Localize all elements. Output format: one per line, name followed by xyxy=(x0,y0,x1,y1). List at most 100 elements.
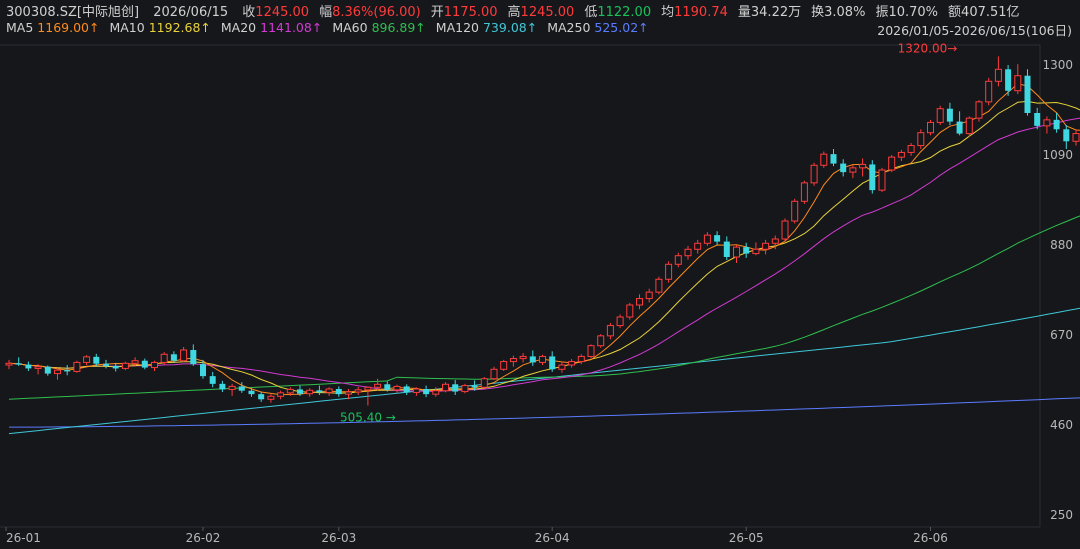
candle-body-up xyxy=(878,169,886,191)
candle-body-up xyxy=(684,248,692,257)
candle-body-up xyxy=(5,362,13,366)
candle-body-up xyxy=(131,360,139,364)
candle-body-down xyxy=(423,389,430,395)
candle-body-down xyxy=(830,154,837,164)
candle-body-up xyxy=(345,391,352,395)
candle-body-down xyxy=(1005,69,1012,91)
candle-body-up xyxy=(771,238,779,244)
candle-body-up xyxy=(325,388,333,393)
candle-body-up xyxy=(597,335,605,347)
candle-body-up xyxy=(810,164,818,184)
candle-body-up xyxy=(393,385,401,391)
x-tick-label: 26-05 xyxy=(729,531,764,545)
candle-body-up xyxy=(606,325,614,337)
y-tick-label: 1090 xyxy=(1042,148,1073,162)
candle-body-down xyxy=(743,247,750,254)
candle-body-up xyxy=(645,291,653,300)
candle-body-down xyxy=(219,383,226,390)
candle-body-up xyxy=(975,101,983,119)
x-tick-label: 26-03 xyxy=(321,531,356,545)
candle-body-up xyxy=(849,167,857,173)
candle-body-up xyxy=(83,356,91,363)
candle-body-down xyxy=(297,389,303,394)
candle-body-up xyxy=(73,361,81,372)
y-tick-label: 880 xyxy=(1050,238,1073,252)
candle-body-down xyxy=(452,384,459,392)
candle-body-up xyxy=(277,392,285,397)
candle-body-down xyxy=(956,121,963,134)
candle-body-down xyxy=(1034,113,1041,126)
candle-body-up xyxy=(354,389,362,393)
candle-body-down xyxy=(869,164,876,191)
x-tick-label: 26-02 xyxy=(186,531,221,545)
candle-body-up xyxy=(306,389,314,395)
candle-body-up xyxy=(626,304,634,318)
y-tick-label: 670 xyxy=(1050,328,1073,342)
candle-body-up xyxy=(674,255,682,265)
ma250-line xyxy=(9,397,1080,428)
candle-body-down xyxy=(209,376,216,384)
candle-body-up xyxy=(267,395,275,400)
candle-body-down xyxy=(316,390,323,393)
candle-body-up xyxy=(888,156,896,171)
candle-body-up xyxy=(859,163,867,169)
candle-body-up xyxy=(54,369,61,375)
candle-body-down xyxy=(93,356,100,364)
candle-body-up xyxy=(927,121,934,134)
y-tick-label: 250 xyxy=(1050,508,1073,522)
candle-body-down xyxy=(529,356,536,363)
ma120-line xyxy=(8,307,1080,435)
max-price-label: 1320.00→ xyxy=(898,41,958,55)
y-tick-label: 1300 xyxy=(1042,58,1073,72)
candle-body-up xyxy=(500,361,508,370)
candle-body-down xyxy=(190,350,197,365)
candle-body-down xyxy=(64,370,71,372)
candle-body-up xyxy=(286,388,294,394)
min-price-label: 505.40 → xyxy=(340,411,396,425)
candle-body-down xyxy=(112,365,119,369)
candle-body-down xyxy=(1063,129,1070,142)
candle-body-up xyxy=(733,246,740,258)
candle-body-down xyxy=(471,385,478,388)
candle-body-up xyxy=(432,390,440,395)
candle-body-up xyxy=(1043,119,1051,127)
candle-body-down xyxy=(258,394,265,400)
candle-body-up xyxy=(539,355,546,363)
candle-body-down xyxy=(25,364,32,369)
x-tick-label: 26-06 xyxy=(913,531,948,545)
candle-body-up xyxy=(703,234,711,244)
candle-body-down xyxy=(723,241,730,257)
candle-body-up xyxy=(752,248,760,255)
candle-body-up xyxy=(509,358,517,363)
candle-body-down xyxy=(1053,119,1060,130)
candle-body-down xyxy=(170,354,177,361)
candle-body-up xyxy=(820,153,828,166)
candle-body-down xyxy=(141,360,148,368)
candle-body-up xyxy=(694,242,702,250)
candle-body-down xyxy=(549,356,556,370)
x-tick-label: 26-04 xyxy=(535,531,570,545)
candle-body-up xyxy=(519,355,527,360)
candle-body-up xyxy=(412,388,420,393)
ma20-line xyxy=(8,117,1080,392)
candle-body-down xyxy=(946,108,953,122)
candle-body-down xyxy=(103,363,109,366)
candle-body-down xyxy=(335,389,342,395)
x-tick-label: 26-01 xyxy=(6,531,41,545)
candle-body-up xyxy=(936,108,944,123)
y-tick-label: 460 xyxy=(1050,418,1073,432)
candle-body-up xyxy=(461,385,469,393)
candle-body-up xyxy=(762,242,770,250)
candle-body-down xyxy=(384,384,391,390)
candle-body-down xyxy=(403,386,410,393)
candle-body-up xyxy=(151,361,158,369)
candle-body-up xyxy=(994,68,1002,82)
candle-body-up xyxy=(34,366,42,369)
candle-body-up xyxy=(160,353,168,363)
candle-body-up xyxy=(791,200,799,222)
candle-body-up xyxy=(121,362,129,369)
candle-body-up xyxy=(897,151,905,158)
candle-body-up xyxy=(364,386,372,391)
candle-body-down xyxy=(200,364,206,377)
kline-chart[interactable]: 1300 1090 880 670 460 250 26-01 26-02 26-03 26-04… xyxy=(0,0,1080,549)
